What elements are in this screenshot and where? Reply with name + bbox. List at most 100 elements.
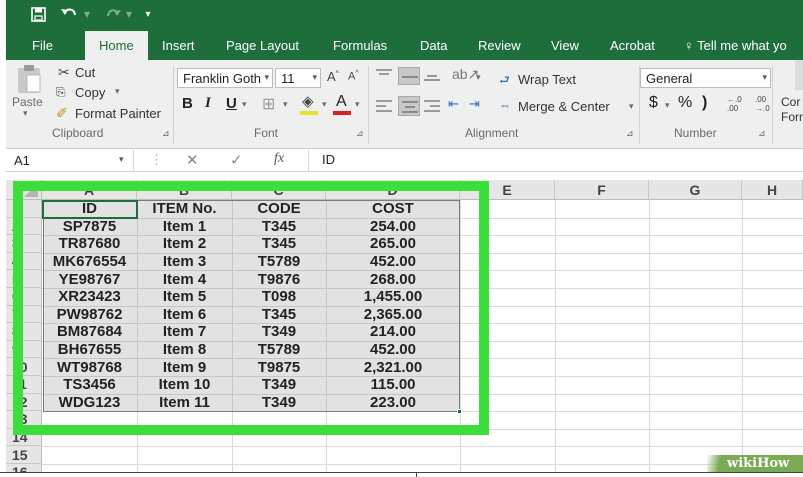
group-divider [368,66,369,144]
merge-center-icon: ⇔ [499,98,511,112]
gridline [555,200,556,472]
align-center-icon [402,101,418,113]
borders-icon[interactable]: ⊞ [262,94,275,114]
format-painter-icon: ✐ [56,105,68,121]
enter-icon[interactable]: ✓ [230,151,243,169]
increase-decimal-label: .00 [727,104,739,113]
font-color-icon: A [336,93,347,110]
paste-label: Paste [12,95,43,109]
decrease-decimal-icon: .00 →.0 [755,95,770,113]
font-size-select[interactable]: 11 ▾ [275,68,321,88]
font-launcher-icon[interactable]: ⊿ [356,128,364,139]
conditional-formatting-label: Cor [781,95,801,109]
orientation-dropdown-icon[interactable]: ▾ [476,72,481,83]
decrease-indent-icon[interactable]: ⇤ [448,96,459,112]
save-icon[interactable] [28,3,48,25]
align-middle-icon [402,76,418,78]
gridline [649,200,650,472]
formula-input[interactable]: ID [322,152,335,167]
tab-review[interactable]: Review [478,38,521,53]
format-painter-label: Format Painter [75,106,161,121]
tab-formulas[interactable]: Formulas [333,38,387,53]
gridline [42,464,803,465]
copy-icon: ⎘ [56,85,66,99]
wrap-text-label: Wrap Text [518,72,577,87]
clipboard-launcher-icon[interactable]: ⊿ [162,128,170,139]
copy-dropdown-icon: ▾ [115,86,120,96]
alignment-launcher-icon[interactable]: ⊿ [626,128,634,139]
shrink-font-button[interactable]: A^ [348,70,359,83]
column-header-f[interactable]: F [555,180,649,200]
more-options-icon: ⋮ [150,152,163,167]
insert-function-icon[interactable]: fx [274,151,284,167]
undo-dropdown-icon[interactable]: ▾ [82,3,92,25]
cancel-icon[interactable]: ✕ [186,151,199,169]
tab-acrobat[interactable]: Acrobat [610,38,655,53]
redo-dropdown-icon[interactable]: ▾ [124,3,134,25]
name-box[interactable]: A1 ▾ [6,150,134,171]
gridline [742,200,743,472]
tab-file[interactable]: File [32,38,53,53]
gridline [42,446,803,448]
merge-center-label: Merge & Center [518,99,610,114]
comma-style-button[interactable]: ) [702,94,707,112]
decrease-decimal-button[interactable]: .00 →.0 [755,95,770,113]
align-bottom-icon [424,75,440,81]
name-box-value: A1 [14,153,30,168]
chevron-down-icon: ▾ [264,72,269,82]
cut-label: Cut [75,65,96,80]
customize-icon[interactable]: ▾ [142,3,154,25]
column-header-h[interactable]: H [742,180,803,200]
align-middle-button[interactable] [398,67,420,85]
alignment-group-label: Alignment [465,126,519,140]
chevron-down-icon: ▾ [762,72,767,82]
tab-page-layout[interactable]: Page Layout [226,38,299,53]
tab-insert[interactable]: Insert [162,38,195,53]
increase-indent-icon[interactable]: ⇥ [469,96,480,112]
align-left-icon [376,100,392,112]
tab-data[interactable]: Data [420,38,447,53]
group-divider [772,66,773,144]
formula-bar: A1 ▾ ⋮ ✕ ✓ fx ID [6,149,803,172]
worksheet-grid[interactable]: A B C D E F G H 1 2 3 4 5 6 7 8 9 10 11 12 13 14 15 16 … [6,172,803,477]
tab-view[interactable]: View [551,38,579,53]
align-top-icon [376,69,392,75]
percent-button[interactable]: % [678,94,692,112]
conditional-formatting-button[interactable]: Cor Forn [781,95,803,125]
underline-button[interactable]: U [226,95,237,112]
scissors-icon: ✂ [58,64,70,80]
grow-font-icon: A [327,69,336,84]
ribbon-home: Paste ▾ ✂ Cut ⎘ Copy ▾ ✐ Format Painter … [6,60,803,149]
grow-font-button[interactable]: A^ [327,69,339,84]
currency-dropdown-icon[interactable]: ▾ [665,100,670,111]
undo-icon[interactable] [58,3,80,25]
number-format-select[interactable]: General ▾ [640,68,771,88]
bold-button[interactable]: B [182,95,193,112]
font-group-label: Font [254,126,279,140]
redo-icon[interactable] [102,3,124,25]
currency-button[interactable]: $ [649,94,658,112]
number-group-label: Number [674,126,717,140]
merge-dropdown-icon: ▾ [629,101,634,111]
tell-me-label: Tell me what yo [697,38,787,53]
align-center-button[interactable] [398,96,420,116]
fill-bucket-icon: ◈ [302,93,314,110]
fill-dropdown-icon: ▾ [322,99,327,109]
column-header-g[interactable]: G [649,180,742,200]
chevron-down-icon: ▾ [119,154,124,164]
row-header[interactable]: 15 [6,446,42,464]
title-bar: ▾ ▾ ▾ [6,0,803,28]
increase-decimal-icon: ←.0.00 [727,95,742,113]
tell-me-search[interactable]: ♀ Tell me what yo [684,38,787,53]
tab-home[interactable]: Home [85,31,148,60]
font-family-select[interactable]: Franklin Goth ▾ [177,68,273,88]
wrap-text-icon: ⮐ [499,73,510,87]
number-launcher-icon[interactable]: ⊿ [758,128,766,139]
borders-dropdown-icon[interactable]: ▾ [283,99,288,110]
paste-icon [18,65,41,93]
underline-dropdown-icon[interactable]: ▾ [242,99,247,110]
increase-decimal-button[interactable]: ←.0.00 [727,95,742,113]
font-size-value: 11 [281,71,295,86]
font-family-value: Franklin Goth [183,71,262,86]
italic-button[interactable]: I [205,95,211,112]
